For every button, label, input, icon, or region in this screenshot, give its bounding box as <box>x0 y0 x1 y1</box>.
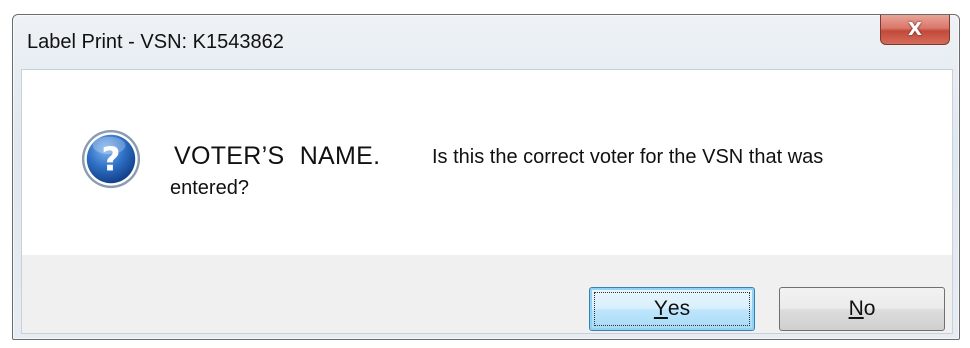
close-icon: X <box>908 19 922 40</box>
no-button[interactable]: No <box>779 287 945 331</box>
question-icon: ? <box>81 129 141 189</box>
message-area: ? VOTER’S NAME. Is this the correct vote… <box>21 69 953 257</box>
no-label-rest: o <box>863 297 876 320</box>
dialog-window: Label Print - VSN: K1543862 X ? VOTER’S … <box>12 14 960 340</box>
title-bar[interactable]: Label Print - VSN: K1543862 X <box>13 15 959 69</box>
confirm-message: Is this the correct voter for the VSN th… <box>432 146 824 168</box>
yes-label-rest: es <box>667 297 691 320</box>
yes-button[interactable]: Yes <box>589 287 755 331</box>
window-title: Label Print - VSN: K1543862 <box>27 31 284 53</box>
button-bar: Yes No <box>21 255 953 334</box>
close-button[interactable]: X <box>880 15 950 45</box>
confirm-message-continued: entered? <box>170 177 249 199</box>
voter-name: VOTER’S NAME. <box>174 142 381 170</box>
svg-text:?: ? <box>101 140 120 179</box>
yes-mnemonic: Y <box>653 297 668 320</box>
no-mnemonic: N <box>848 297 864 320</box>
